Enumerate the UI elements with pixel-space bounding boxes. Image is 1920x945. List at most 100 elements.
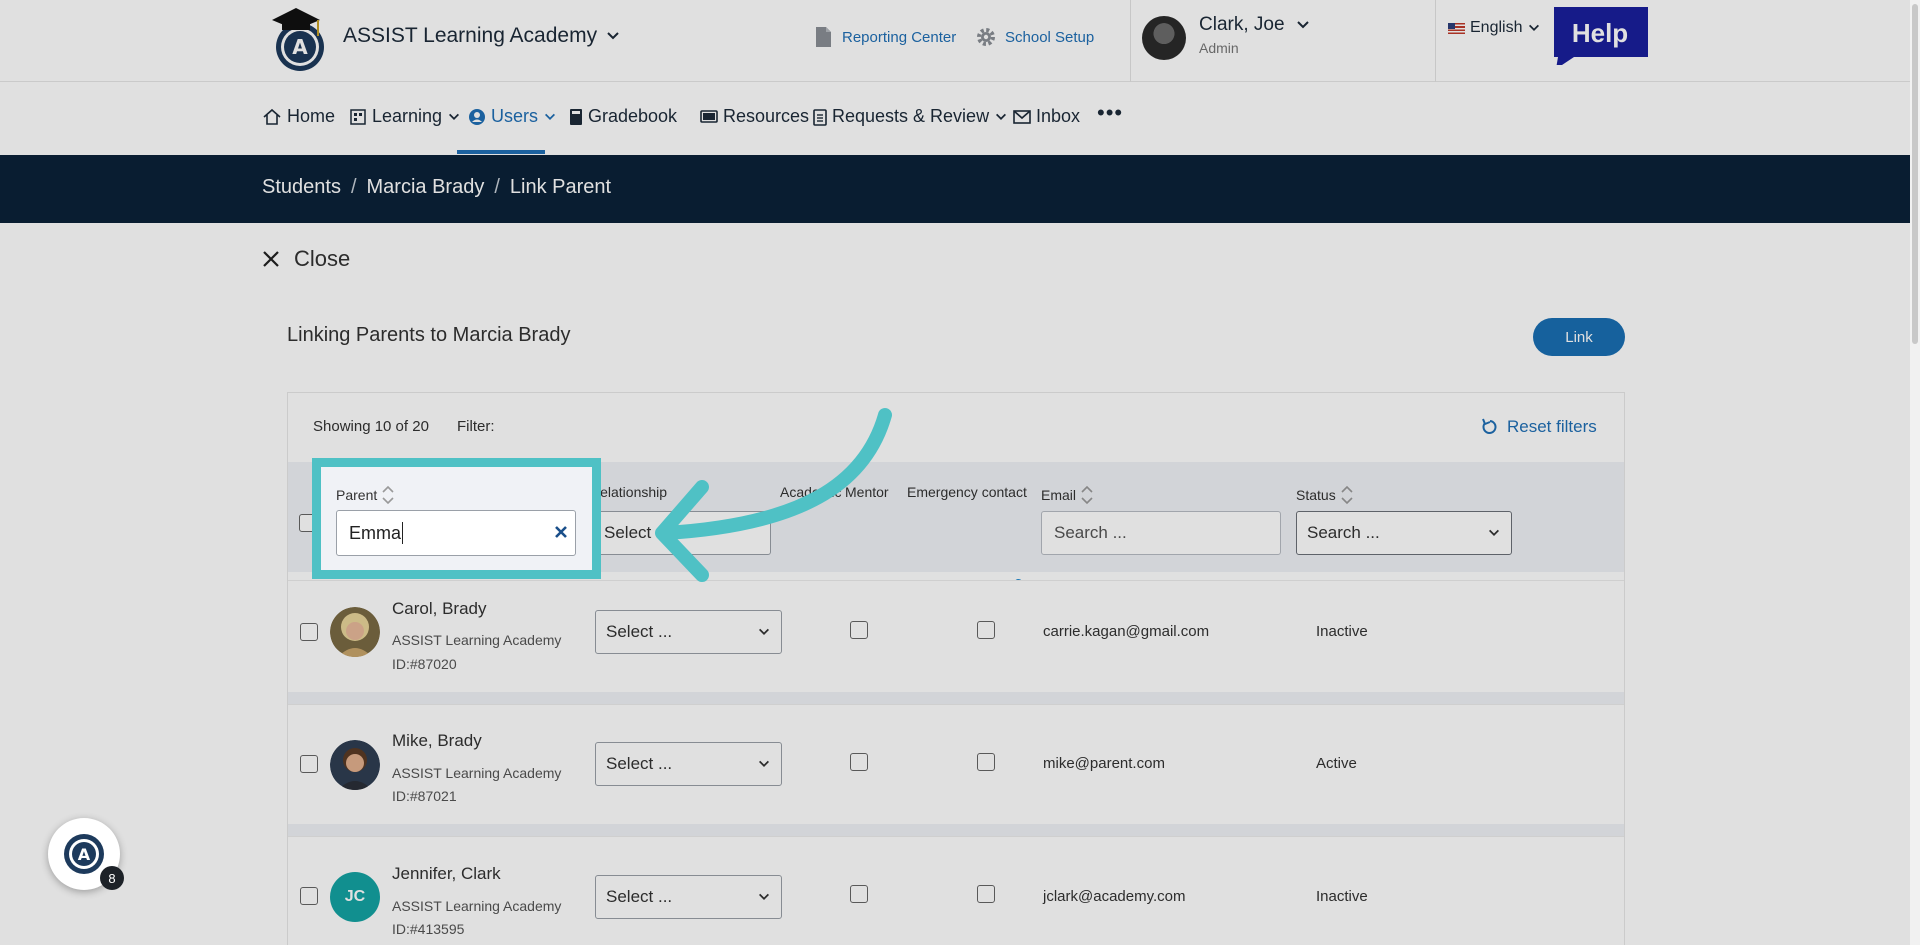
nav-users[interactable]: Users	[468, 106, 557, 127]
user-avatar[interactable]	[1142, 16, 1186, 60]
sort-icon[interactable]	[1340, 484, 1354, 506]
parent-id: ID:#413595	[392, 921, 465, 937]
chevron-down-icon	[607, 32, 619, 40]
school-setup-label: School Setup	[1005, 28, 1095, 46]
nav-resources[interactable]: Resources	[700, 106, 809, 127]
close-button[interactable]: Close	[262, 246, 350, 272]
parent-name[interactable]: Jennifer, Clark	[392, 864, 501, 884]
status-filter-select[interactable]: Search ...	[1296, 511, 1512, 555]
chevron-down-icon	[449, 113, 460, 120]
chevron-down-icon	[759, 893, 769, 900]
nav-inbox[interactable]: Inbox	[1013, 106, 1080, 127]
column-emergency-contact: Emergency contact	[907, 484, 1027, 500]
table-row	[288, 836, 1624, 945]
chevron-down-icon	[759, 760, 769, 767]
relationship-select[interactable]: Select ...	[595, 875, 782, 919]
column-status[interactable]: Status	[1296, 484, 1354, 506]
breadcrumb-students[interactable]: Students	[262, 176, 341, 199]
emergency-contact-checkbox[interactable]	[977, 753, 995, 771]
relationship-value: Select ...	[606, 622, 673, 641]
parent-id: ID:#87021	[392, 788, 457, 804]
notification-badge: 8	[100, 866, 124, 890]
page-title: Linking Parents to Marcia Brady	[287, 324, 571, 346]
row-checkbox[interactable]	[300, 887, 318, 905]
org-switcher[interactable]: ASSIST Learning Academy	[343, 24, 621, 48]
org-name: ASSIST Learning Academy	[343, 24, 598, 47]
scrollbar-thumb[interactable]	[1912, 4, 1918, 344]
reset-filters-label: Reset filters	[1507, 417, 1597, 436]
reset-filters-button[interactable]: Reset filters	[1481, 417, 1597, 437]
svg-text:A: A	[292, 35, 308, 59]
svg-text:A: A	[78, 845, 91, 864]
parent-name[interactable]: Mike, Brady	[392, 731, 482, 751]
nav-learning[interactable]: Learning	[349, 106, 461, 127]
nav-gradebook[interactable]: Gradebook	[569, 106, 677, 127]
column-academic-label: Academic	[780, 484, 842, 500]
active-nav-indicator	[457, 150, 545, 154]
nav-requests[interactable]: Requests & Review	[813, 106, 1008, 127]
status-filter-value: Search ...	[1307, 523, 1380, 542]
parent-org: ASSIST Learning Academy	[392, 632, 562, 648]
user-menu[interactable]: Clark, Joe	[1199, 14, 1311, 36]
user-role: Admin	[1199, 40, 1239, 56]
emergency-contact-checkbox[interactable]	[977, 885, 995, 903]
gradebook-icon	[570, 108, 582, 125]
column-email[interactable]: Email	[1041, 484, 1094, 506]
help-button[interactable]: Help	[1550, 5, 1650, 65]
row-checkbox[interactable]	[300, 755, 318, 773]
column-parent[interactable]: Parent	[336, 484, 395, 506]
refresh-icon	[1482, 418, 1497, 434]
nav-learning-label: Learning	[372, 106, 443, 126]
emergency-contact-checkbox[interactable]	[977, 621, 995, 639]
filter-label: Filter:	[457, 418, 495, 435]
reporting-center-label: Reporting Center	[842, 28, 957, 46]
clear-search-icon[interactable]	[552, 523, 570, 541]
reporting-center-link[interactable]: Reporting Center	[812, 26, 956, 48]
breadcrumb-separator: /	[350, 176, 357, 198]
chevron-down-icon	[996, 113, 1007, 120]
email-search-input[interactable]: Search ...	[1041, 511, 1281, 555]
parent-status: Active	[1316, 755, 1357, 772]
parent-email: carrie.kagan@gmail.com	[1043, 623, 1210, 640]
relationship-select[interactable]: Select ...	[595, 742, 782, 786]
chevron-down-icon	[1529, 24, 1540, 31]
breadcrumb-student[interactable]: Marcia Brady	[367, 176, 485, 199]
school-logo[interactable]: A	[262, 2, 332, 72]
main-nav: Home Learning Users Gradebook Resources …	[0, 82, 1920, 155]
breadcrumb: Students / Marcia Brady / Link Parent	[262, 176, 611, 199]
parent-status: Inactive	[1316, 888, 1368, 905]
column-mentor-label: Mentor	[845, 484, 889, 500]
breadcrumb-separator: /	[494, 176, 500, 198]
academic-mentor-checkbox[interactable]	[850, 885, 868, 903]
sort-icon[interactable]	[381, 484, 395, 506]
parent-avatar-initials: JC	[330, 872, 380, 922]
nav-inbox-label: Inbox	[1036, 106, 1081, 126]
language-label: English	[1470, 19, 1523, 36]
language-selector[interactable]: English	[1448, 19, 1541, 37]
sort-icon[interactable]	[1080, 484, 1094, 506]
chevron-down-icon	[1489, 529, 1499, 536]
help-label: Help	[1572, 18, 1628, 48]
column-email-label: Email	[1041, 487, 1077, 503]
academic-mentor-checkbox[interactable]	[850, 621, 868, 639]
document-icon	[812, 26, 834, 48]
email-search-placeholder: Search ...	[1054, 523, 1127, 542]
nav-more-button[interactable]: •••	[1097, 100, 1123, 126]
parent-org: ASSIST Learning Academy	[392, 898, 562, 914]
parent-name[interactable]: Carol, Brady	[392, 599, 486, 619]
row-checkbox[interactable]	[300, 623, 318, 641]
relationship-filter-select[interactable]: Select ...	[593, 511, 771, 555]
close-label: Close	[294, 246, 351, 271]
link-button[interactable]: Link	[1533, 318, 1625, 356]
relationship-value: Select ...	[606, 754, 673, 773]
gear-icon	[975, 26, 997, 48]
academic-mentor-checkbox[interactable]	[850, 753, 868, 771]
school-setup-link[interactable]: School Setup	[975, 26, 1094, 48]
column-status-label: Status	[1296, 487, 1336, 503]
chevron-down-icon	[545, 113, 556, 120]
nav-requests-label: Requests & Review	[832, 106, 990, 126]
parent-org: ASSIST Learning Academy	[392, 765, 562, 781]
parent-search-input[interactable]: Emma	[336, 510, 576, 556]
relationship-select[interactable]: Select ...	[595, 610, 782, 654]
nav-home[interactable]: Home	[262, 106, 335, 127]
